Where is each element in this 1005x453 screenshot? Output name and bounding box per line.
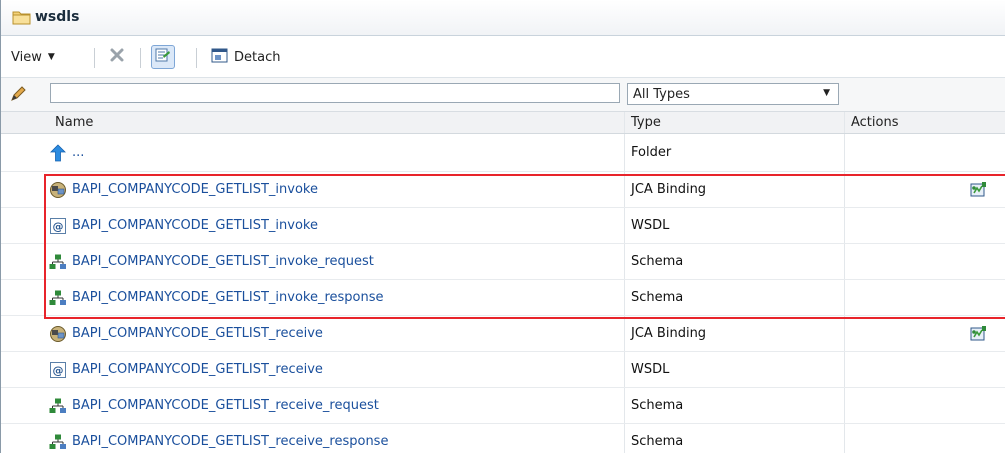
detach-button[interactable]: Detach xyxy=(211,36,280,78)
actions-cell xyxy=(845,316,1005,351)
name-cell: BAPI_COMPANYCODE_GETLIST_receive_request xyxy=(1,388,625,423)
wsdls-panel: wsdls View ▼ Detach All Types ▼ Name Typ… xyxy=(0,0,1005,453)
type-cell: JCA Binding xyxy=(625,172,845,207)
type-cell: Schema xyxy=(625,244,845,279)
parent-folder-link[interactable]: ... xyxy=(72,145,84,160)
type-label: Schema xyxy=(631,434,684,449)
type-cell: JCA Binding xyxy=(625,316,845,351)
schema-icon xyxy=(49,289,67,307)
column-header-name[interactable]: Name xyxy=(1,112,625,133)
actions-cell xyxy=(845,244,1005,279)
file-name-link[interactable]: BAPI_COMPANYCODE_GETLIST_receive xyxy=(72,362,323,377)
test-binding-icon[interactable] xyxy=(970,325,987,346)
schema-icon xyxy=(49,433,67,451)
type-filter-select[interactable]: All Types ▼ xyxy=(627,83,839,105)
table-row-parent[interactable]: ... Folder xyxy=(1,134,1005,172)
actions-cell xyxy=(845,352,1005,387)
view-menu-label: View xyxy=(11,49,42,65)
type-label: Folder xyxy=(631,145,672,160)
filter-row: All Types ▼ xyxy=(1,78,1005,112)
actions-cell xyxy=(845,388,1005,423)
actions-cell xyxy=(845,424,1005,453)
type-label: Schema xyxy=(631,290,684,305)
wsdl-icon: @ xyxy=(49,361,67,379)
panel-title-bar: wsdls xyxy=(1,0,1005,36)
column-header-actions: Actions xyxy=(851,115,899,130)
name-cell: @ BAPI_COMPANYCODE_GETLIST_invoke xyxy=(1,208,625,243)
toolbar-separator xyxy=(196,48,197,68)
file-name-link[interactable]: BAPI_COMPANYCODE_GETLIST_receive_respons… xyxy=(72,434,388,449)
toolbar-separator xyxy=(94,48,95,68)
table-row[interactable]: BAPI_COMPANYCODE_GETLIST_invoke JCA Bindi… xyxy=(1,172,1005,208)
type-cell: Schema xyxy=(625,280,845,315)
name-cell: BAPI_COMPANYCODE_GETLIST_invoke_response xyxy=(1,280,625,315)
test-binding-icon[interactable] xyxy=(970,181,987,202)
file-name-link[interactable]: BAPI_COMPANYCODE_GETLIST_invoke xyxy=(72,182,318,197)
pencil-icon[interactable] xyxy=(9,85,27,107)
delete-button[interactable] xyxy=(105,45,129,69)
type-label: JCA Binding xyxy=(631,326,707,341)
type-cell: Schema xyxy=(625,388,845,423)
type-cell: WSDL xyxy=(625,208,845,243)
schema-icon xyxy=(49,253,67,271)
name-cell: @ BAPI_COMPANYCODE_GETLIST_receive xyxy=(1,352,625,387)
name-cell: ... xyxy=(1,134,625,171)
svg-text:@: @ xyxy=(53,220,64,233)
jca-binding-icon xyxy=(49,181,67,199)
up-folder-icon[interactable] xyxy=(49,143,67,162)
type-cell: Folder xyxy=(625,134,845,171)
type-label: WSDL xyxy=(631,218,670,233)
folder-icon xyxy=(12,9,31,29)
column-header-type[interactable]: Type xyxy=(625,112,845,133)
actions-cell xyxy=(845,208,1005,243)
table-header: Name Type Actions xyxy=(1,112,1005,134)
name-cell: BAPI_COMPANYCODE_GETLIST_invoke_request xyxy=(1,244,625,279)
toolbar: View ▼ Detach xyxy=(1,36,1005,78)
actions-cell xyxy=(845,134,1005,171)
schema-icon xyxy=(49,397,67,415)
view-menu[interactable]: View ▼ xyxy=(11,36,55,78)
type-cell: Schema xyxy=(625,424,845,453)
query-by-example-icon xyxy=(154,46,172,68)
table-row[interactable]: BAPI_COMPANYCODE_GETLIST_receive_request… xyxy=(1,388,1005,424)
table-row[interactable]: @ BAPI_COMPANYCODE_GETLIST_receive WSDL xyxy=(1,352,1005,388)
actions-cell xyxy=(845,172,1005,207)
detach-icon xyxy=(211,47,228,68)
table-row[interactable]: @ BAPI_COMPANYCODE_GETLIST_invoke WSDL xyxy=(1,208,1005,244)
actions-cell xyxy=(845,280,1005,315)
file-name-link[interactable]: BAPI_COMPANYCODE_GETLIST_receive xyxy=(72,326,323,341)
chevron-down-icon: ▼ xyxy=(823,88,830,98)
wsdl-icon: @ xyxy=(49,217,67,235)
type-label: WSDL xyxy=(631,362,670,377)
delete-icon xyxy=(109,47,125,67)
type-label: Schema xyxy=(631,398,684,413)
name-cell: BAPI_COMPANYCODE_GETLIST_receive xyxy=(1,316,625,351)
table-row[interactable]: BAPI_COMPANYCODE_GETLIST_receive JCA Bind… xyxy=(1,316,1005,352)
file-name-link[interactable]: BAPI_COMPANYCODE_GETLIST_invoke_response xyxy=(72,290,384,305)
type-label: JCA Binding xyxy=(631,182,707,197)
detach-label: Detach xyxy=(234,49,281,65)
query-by-example-button[interactable] xyxy=(151,45,175,69)
file-name-link[interactable]: BAPI_COMPANYCODE_GETLIST_invoke_request xyxy=(72,254,374,269)
type-label: Schema xyxy=(631,254,684,269)
toolbar-separator xyxy=(140,48,141,68)
name-filter-input[interactable] xyxy=(50,83,620,103)
table-row[interactable]: BAPI_COMPANYCODE_GETLIST_invoke_response… xyxy=(1,280,1005,316)
file-name-link[interactable]: BAPI_COMPANYCODE_GETLIST_invoke xyxy=(72,218,318,233)
svg-text:@: @ xyxy=(53,364,64,377)
chevron-down-icon: ▼ xyxy=(47,52,55,62)
name-cell: BAPI_COMPANYCODE_GETLIST_receive_respons… xyxy=(1,424,625,453)
table-row[interactable]: BAPI_COMPANYCODE_GETLIST_invoke_request S… xyxy=(1,244,1005,280)
type-filter-value: All Types xyxy=(633,86,690,102)
file-name-link[interactable]: BAPI_COMPANYCODE_GETLIST_receive_request xyxy=(72,398,379,413)
jca-binding-icon xyxy=(49,325,67,343)
panel-title: wsdls xyxy=(35,9,80,25)
type-cell: WSDL xyxy=(625,352,845,387)
name-cell: BAPI_COMPANYCODE_GETLIST_invoke xyxy=(1,172,625,207)
table-row[interactable]: BAPI_COMPANYCODE_GETLIST_receive_respons… xyxy=(1,424,1005,453)
